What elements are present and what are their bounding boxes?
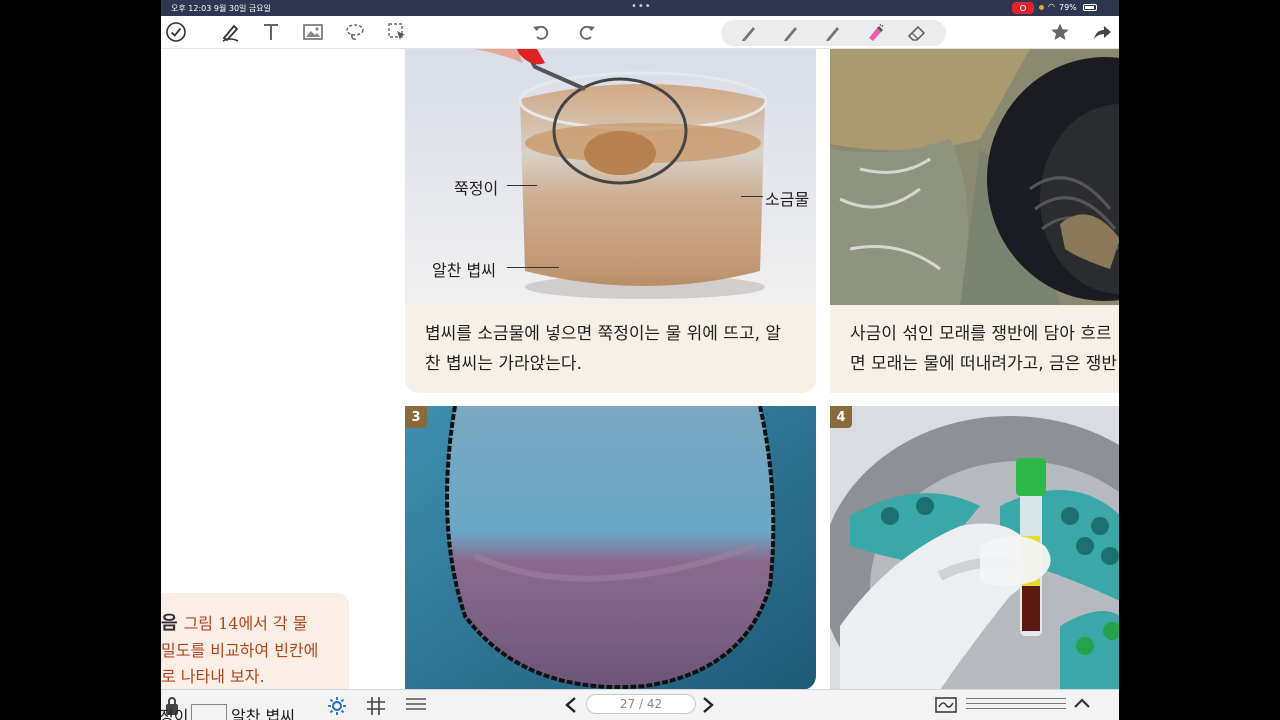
status-time: 오후 12:03 9월 30일 금요일 — [171, 4, 272, 13]
select-icon[interactable] — [385, 20, 409, 44]
textbook-page: 쭉정이 소금물 알찬 볍씨 볍씨를 소금물에 넣으면 쭉정이는 물 위에 뜨고,… — [161, 49, 1119, 693]
annotation-toolbar — [161, 16, 1119, 49]
pen-2-icon[interactable] — [779, 21, 803, 45]
battery-icon — [1083, 4, 1097, 11]
caption-card-1: 볍씨를 소금물에 넣으면 쭉정이는 물 위에 뜨고, 알 찬 볍씨는 가라앉는다… — [425, 319, 781, 379]
note-line-3: 로 나타내 보자. — [161, 667, 265, 686]
eraser-icon[interactable] — [905, 21, 929, 45]
pen-tool-group — [721, 20, 946, 46]
label-seed: 알찬 볍씨 — [432, 261, 496, 280]
figure-number-badge: 3 — [405, 406, 427, 428]
page-scrubber-line[interactable] — [966, 698, 1066, 699]
caption-line: 볍씨를 소금물에 넣으면 쭉정이는 물 위에 뜨고, 알 — [425, 324, 782, 344]
page-scrubber-line[interactable] — [966, 703, 1066, 704]
caption-line: 찬 볍씨는 가라앉는다. — [425, 354, 582, 374]
note-line-1: 그림 14에서 각 물 — [183, 614, 308, 633]
note-line: 음 그림 14에서 각 물 — [161, 609, 308, 635]
figure-card-seed-salt-water: 쭉정이 소금물 알찬 볍씨 볍씨를 소금물에 넣으면 쭉정이는 물 위에 뜨고,… — [405, 49, 816, 393]
previous-page-icon[interactable] — [564, 696, 578, 714]
redo-icon[interactable] — [575, 20, 599, 44]
note-heading: 음 — [161, 613, 178, 634]
orange-indicator-icon — [1039, 5, 1044, 10]
star-icon[interactable] — [1048, 20, 1072, 44]
centrifuge-photo — [830, 406, 1119, 690]
figure-number-badge: 4 — [830, 406, 852, 428]
page-indicator[interactable]: 27 / 42 — [586, 694, 696, 714]
highlighter-icon[interactable] — [863, 21, 887, 45]
activity-note-box: 음 그림 14에서 각 물 밀도를 비교하여 빈칸에 로 나타내 보자. — [161, 593, 349, 693]
answer-blank-box[interactable] — [191, 704, 227, 720]
leader-line-seed — [507, 267, 559, 268]
pen-3-icon[interactable] — [821, 21, 845, 45]
pen-icon[interactable] — [219, 20, 243, 44]
lasso-icon[interactable] — [343, 20, 367, 44]
caption-line: 사금이 섞인 모래를 쟁반에 담아 흐르 — [850, 324, 1112, 344]
pen-1-icon[interactable] — [737, 21, 761, 45]
page-scrubber-line[interactable] — [966, 708, 1066, 709]
chevron-up-icon[interactable] — [1073, 696, 1091, 710]
gold-panning-photo — [830, 49, 1119, 305]
note-line-2: 밀도를 비교하여 빈칸에 — [161, 641, 319, 660]
battery-percent: 79% — [1059, 3, 1077, 12]
figure-card-gold-panning: 사금이 섞인 모래를 쟁반에 담아 흐르 면 모래는 물에 떠내려가고, 금은 … — [830, 49, 1119, 393]
ipad-screen: 오후 12:03 9월 30일 금요일 ••• ◠ 79% 쭉정이 소금물 알찬… — [161, 0, 1119, 720]
wifi-icon: ◠ — [1048, 2, 1055, 11]
leader-line-chaff — [507, 185, 537, 186]
image-icon[interactable] — [301, 20, 325, 44]
bottom-navigation-bar: 정이 알찬 볍씨 27 / 42 — [161, 689, 1119, 720]
menu-lines-icon[interactable] — [405, 696, 427, 712]
screen-recording-icon[interactable] — [1012, 2, 1034, 14]
caption-line: 면 모래는 물에 떠내려가고, 금은 쟁반 — [850, 354, 1118, 374]
next-page-icon[interactable] — [701, 696, 715, 714]
bottom-underlay-text: 정이 — [161, 707, 189, 720]
oil-spill-photo — [405, 406, 816, 690]
page-preview-icon[interactable] — [935, 696, 957, 714]
text-icon[interactable] — [259, 20, 283, 44]
figure-card-oil-spill: 3 — [405, 406, 816, 690]
figure-card-centrifuge: 4 — [830, 406, 1119, 690]
caption-card-2: 사금이 섞인 모래를 쟁반에 담아 흐르 면 모래는 물에 떠내려가고, 금은 … — [850, 319, 1117, 379]
bottom-underlay-text: 알찬 볍씨 — [231, 707, 295, 720]
status-bar: 오후 12:03 9월 30일 금요일 ••• ◠ 79% — [161, 0, 1119, 16]
checkmark-icon[interactable] — [164, 20, 188, 44]
label-chaff: 쭉정이 — [454, 179, 499, 198]
multitasking-dots[interactable]: ••• — [631, 1, 652, 12]
label-salt-water: 소금물 — [765, 190, 810, 209]
leader-line-salt-water — [741, 196, 763, 197]
share-icon[interactable] — [1090, 20, 1114, 44]
undo-icon[interactable] — [529, 20, 553, 44]
grid-icon[interactable] — [366, 696, 386, 716]
brightness-icon[interactable] — [327, 696, 347, 716]
